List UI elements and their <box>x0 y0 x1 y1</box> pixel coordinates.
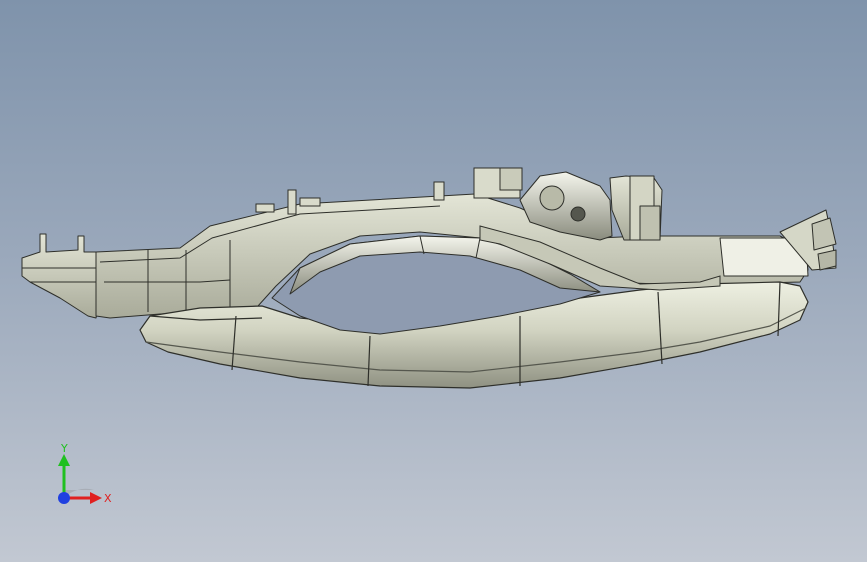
y-axis-arrowhead <box>58 454 70 466</box>
graphics-viewport[interactable]: Y X <box>0 0 867 562</box>
z-axis-dot <box>58 492 70 504</box>
left-bracket <box>21 233 105 319</box>
x-axis-label: X <box>104 492 112 505</box>
right-cap <box>719 209 837 277</box>
x-axis-arrowhead <box>90 492 102 504</box>
y-axis-label: Y <box>60 442 68 455</box>
door-handle-model[interactable] <box>0 0 867 562</box>
coordinate-triad: Y X <box>58 442 112 505</box>
